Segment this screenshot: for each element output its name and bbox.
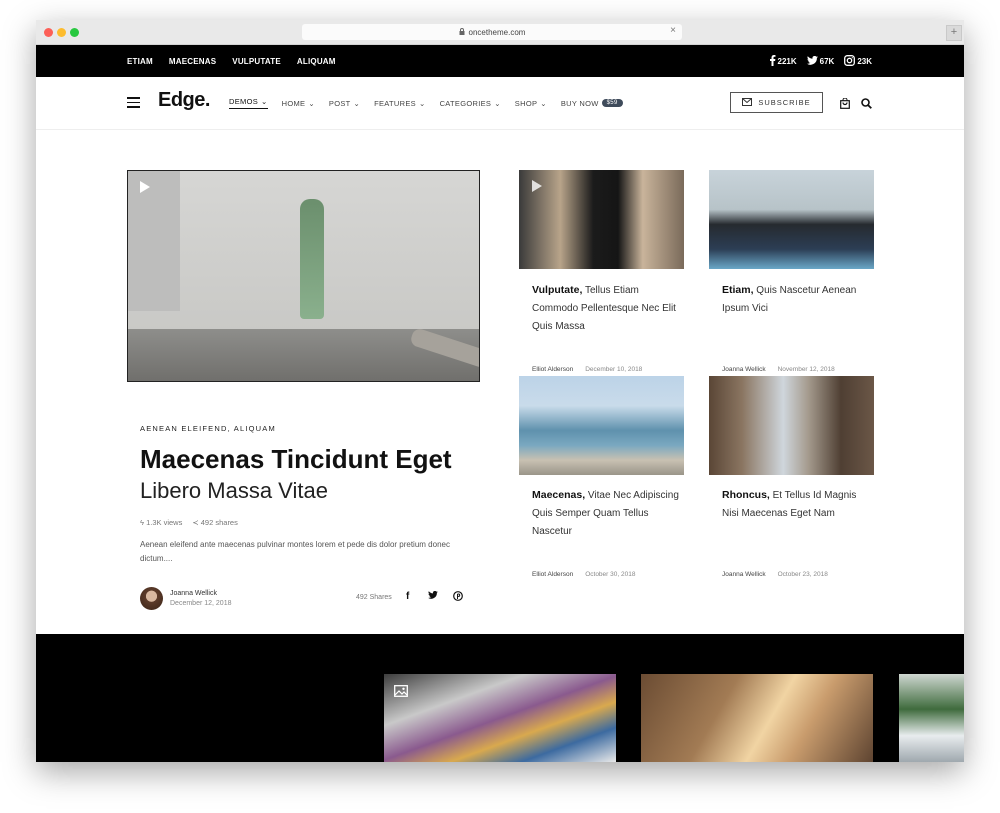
- card-date: November 12, 2018: [777, 366, 835, 373]
- band-image[interactable]: [641, 674, 873, 762]
- new-tab-button[interactable]: +: [946, 25, 962, 41]
- minimize-window-button[interactable]: [57, 28, 66, 37]
- site-header: Edge. DEMOS ⌄ HOME ⌄ POST ⌄ FEATURES ⌄ CATEG…: [36, 77, 964, 130]
- browser-window: oncetheme.com × + ETIAM MAECENAS VULPUTA…: [36, 20, 964, 762]
- card-title[interactable]: Rhoncus, Et Tellus Id Magnis Nisi Maecen…: [722, 486, 872, 523]
- nav-item-shop[interactable]: SHOP ⌄: [515, 99, 547, 108]
- instagram-count: 23K: [857, 56, 872, 66]
- chevron-down-icon: ⌄: [540, 98, 547, 108]
- card-date: December 10, 2018: [585, 366, 643, 373]
- share-count: 492 Shares: [356, 594, 392, 601]
- post-date: December 12, 2018: [170, 600, 232, 607]
- nav-item-post[interactable]: POST ⌄: [329, 99, 360, 108]
- facebook-share-icon[interactable]: f: [406, 591, 409, 602]
- gallery-icon: [394, 684, 408, 702]
- social-instagram[interactable]: 23K: [844, 54, 872, 68]
- hero-title[interactable]: Maecenas Tincidunt Eget: [140, 443, 480, 475]
- url-text: oncetheme.com: [468, 27, 526, 37]
- card-author[interactable]: Elliot Alderson: [532, 366, 573, 373]
- subscribe-label: SUBSCRIBE: [758, 98, 811, 107]
- chevron-down-icon: ⌄: [418, 98, 426, 108]
- card-image[interactable]: [709, 376, 874, 475]
- hero-category[interactable]: AENEAN ELEIFEND, ALIQUAM: [140, 424, 276, 433]
- social-counts: 221K 67K 23K: [769, 45, 872, 77]
- card-title[interactable]: Vulputate, Tellus Etiam Commodo Pellente…: [532, 281, 682, 336]
- nav-item-home[interactable]: HOME ⌄: [282, 99, 315, 108]
- site-logo[interactable]: Edge.: [158, 89, 210, 112]
- card-meta: Joanna Wellick November 12, 2018: [722, 366, 835, 373]
- twitter-icon: [806, 55, 818, 67]
- card-author[interactable]: Elliot Alderson: [532, 571, 573, 578]
- shares-stat: ≺ 492 shares: [192, 518, 238, 527]
- lock-icon: [459, 27, 465, 37]
- main-content: AENEAN ELEIFEND, ALIQUAM Maecenas Tincid…: [36, 130, 964, 634]
- card-author[interactable]: Joanna Wellick: [722, 571, 766, 578]
- social-facebook[interactable]: 221K: [769, 54, 797, 68]
- video-play-icon: [532, 180, 542, 192]
- topnav-item-maecenas[interactable]: MAECENAS: [169, 57, 216, 66]
- card-date: October 30, 2018: [585, 571, 636, 578]
- card-image[interactable]: [709, 170, 874, 269]
- chevron-down-icon: ⌄: [261, 97, 268, 106]
- top-nav: ETIAM MAECENAS VULPUTATE ALIQUAM: [127, 45, 336, 77]
- card-date: October 23, 2018: [777, 571, 828, 578]
- share-icon: ≺: [192, 518, 199, 527]
- search-icon[interactable]: [861, 96, 872, 114]
- twitter-share-icon[interactable]: [428, 590, 438, 602]
- hero-image[interactable]: [127, 170, 480, 382]
- topnav-item-etiam[interactable]: ETIAM: [127, 57, 153, 66]
- hero-stats: ϟ 1.3K views ≺ 492 shares: [140, 518, 238, 527]
- card-meta: Elliot Alderson December 10, 2018: [532, 366, 642, 373]
- hero-excerpt: Aenean eleifend ante maecenas pulvinar m…: [140, 540, 450, 563]
- menu-icon[interactable]: [127, 97, 140, 108]
- nav-item-buy-now[interactable]: BUY NOW $59: [561, 99, 623, 108]
- card-title[interactable]: Etiam, Quis Nascetur Aenean Ipsum Vici: [722, 281, 872, 318]
- browser-chrome: oncetheme.com × +: [36, 20, 964, 45]
- card-author[interactable]: Joanna Wellick: [722, 366, 766, 373]
- chevron-down-icon: ⌄: [494, 98, 501, 108]
- featured-band: [36, 634, 964, 762]
- facebook-count: 221K: [777, 56, 797, 66]
- card-image[interactable]: [519, 170, 684, 269]
- maximize-window-button[interactable]: [70, 28, 79, 37]
- topnav-item-aliquam[interactable]: ALIQUAM: [297, 57, 336, 66]
- topnav-item-vulputate[interactable]: VULPUTATE: [232, 57, 281, 66]
- views-stat: ϟ 1.3K views: [140, 518, 183, 527]
- twitter-count: 67K: [819, 56, 835, 66]
- subscribe-button[interactable]: SUBSCRIBE: [730, 92, 823, 113]
- video-play-icon: [140, 181, 150, 193]
- card-image[interactable]: [519, 376, 684, 475]
- hero-subtitle[interactable]: Libero Massa Vitae: [140, 477, 328, 505]
- avatar[interactable]: [140, 587, 163, 610]
- address-bar[interactable]: oncetheme.com ×: [302, 24, 682, 40]
- instagram-icon: [844, 54, 856, 68]
- chevron-down-icon: ⌄: [308, 98, 315, 108]
- mail-icon: [742, 97, 753, 108]
- pinterest-share-icon[interactable]: [453, 591, 463, 604]
- nav-item-categories[interactable]: CATEGORIES ⌄: [440, 99, 501, 108]
- main-nav: DEMOS ⌄ HOME ⌄ POST ⌄ FEATURES ⌄ CATEGORIES ⌄…: [229, 77, 623, 129]
- top-bar: ETIAM MAECENAS VULPUTATE ALIQUAM 221K 67…: [36, 45, 964, 77]
- views-icon: ϟ: [140, 518, 144, 527]
- chevron-down-icon: ⌄: [353, 98, 361, 108]
- close-window-button[interactable]: [44, 28, 53, 37]
- card-meta: Elliot Alderson October 30, 2018: [532, 571, 635, 578]
- band-image[interactable]: [899, 674, 964, 762]
- nav-item-demos[interactable]: DEMOS ⌄: [229, 97, 268, 109]
- facebook-icon: [769, 54, 776, 68]
- price-badge: $59: [601, 99, 623, 107]
- card-meta: Joanna Wellick October 23, 2018: [722, 571, 828, 578]
- band-image[interactable]: [384, 674, 616, 762]
- cart-icon[interactable]: [840, 96, 850, 114]
- card-title[interactable]: Maecenas, Vitae Nec Adipiscing Quis Semp…: [532, 486, 682, 541]
- social-twitter[interactable]: 67K: [806, 55, 835, 67]
- nav-item-features[interactable]: FEATURES ⌄: [374, 99, 425, 108]
- clear-url-icon[interactable]: ×: [670, 25, 676, 36]
- author-name[interactable]: Joanna Wellick: [170, 590, 217, 597]
